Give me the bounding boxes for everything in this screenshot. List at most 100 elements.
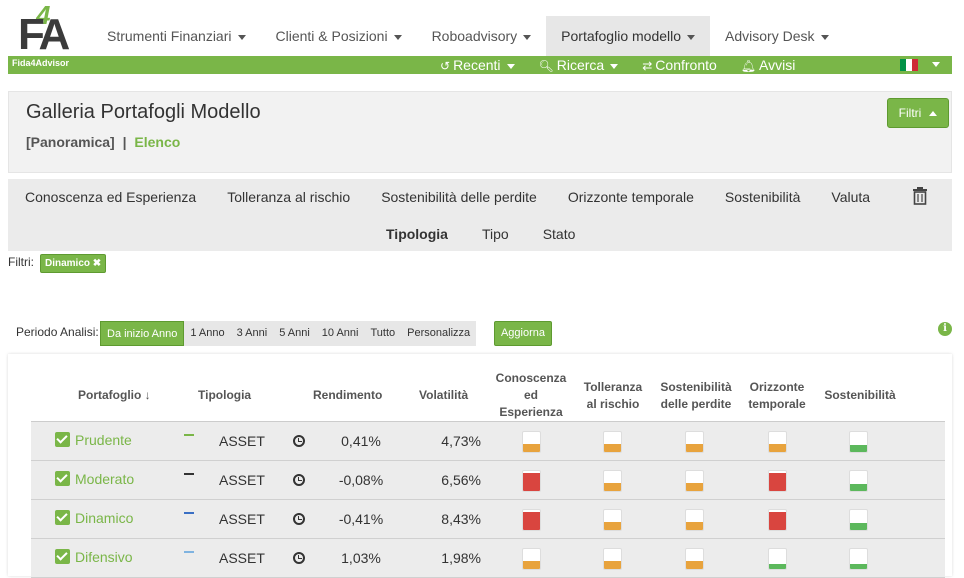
indicator-fill bbox=[769, 444, 786, 452]
filter-valuta[interactable]: Valuta bbox=[831, 189, 870, 205]
page-header: Galleria Portafogli Modello [Panoramica]… bbox=[8, 91, 952, 173]
clock-icon[interactable] bbox=[293, 552, 305, 564]
period-1-anno[interactable]: 1 Anno bbox=[184, 321, 230, 346]
col-header-conoscenza[interactable]: Conoscenza ed Esperienza bbox=[491, 370, 571, 421]
indicator-fill bbox=[686, 522, 703, 530]
filter-chip-dinamico[interactable]: Dinamico ✖ bbox=[40, 254, 107, 273]
nav-item-clienti[interactable]: Clienti & Posizioni bbox=[261, 16, 417, 56]
period-10-anni[interactable]: 10 Anni bbox=[316, 321, 365, 346]
nav-item-advisory-desk[interactable]: Advisory Desk bbox=[710, 16, 843, 56]
confronto-link[interactable]: ⇄ Confronto bbox=[642, 56, 717, 74]
suitability-level-indicator bbox=[685, 470, 704, 492]
portfolio-name-link[interactable]: Prudente bbox=[75, 432, 132, 448]
indicator-fill bbox=[850, 564, 867, 569]
col-header-sostenibilita-perdite[interactable]: Sostenibilità delle perdite bbox=[656, 379, 736, 413]
clock-icon[interactable] bbox=[293, 474, 305, 486]
col-header-tipologia[interactable]: Tipologia bbox=[198, 387, 251, 404]
row-checkbox[interactable] bbox=[55, 471, 70, 486]
col-header-orizzonte[interactable]: Orizzonte temporale bbox=[742, 379, 812, 413]
indicator-fill bbox=[604, 444, 621, 452]
col-header-tolleranza[interactable]: Tolleranza al rischio bbox=[578, 379, 648, 413]
trash-icon[interactable] bbox=[912, 187, 928, 205]
recenti-menu[interactable]: ↺ Recenti bbox=[440, 56, 515, 74]
period-tutto[interactable]: Tutto bbox=[364, 321, 401, 346]
rendimento-cell: -0,08% bbox=[338, 472, 384, 488]
filtri-button[interactable]: Filtri bbox=[887, 98, 949, 128]
indicator-fill bbox=[604, 483, 621, 491]
suitability-level-indicator bbox=[849, 431, 868, 453]
filter-panel: Conoscenza ed Esperienza Tolleranza al r… bbox=[8, 179, 952, 251]
row-checkbox[interactable] bbox=[55, 549, 70, 564]
view-panoramica[interactable]: [Panoramica] bbox=[26, 134, 115, 150]
suitability-level-indicator bbox=[522, 431, 541, 453]
volatilita-cell: 6,56% bbox=[441, 472, 481, 488]
period-da-inizio-anno[interactable]: Da inizio Anno bbox=[100, 321, 185, 346]
indicator-fill bbox=[523, 444, 540, 452]
filter-stato[interactable]: Stato bbox=[543, 226, 576, 242]
nav-item-portafoglio-modello[interactable]: Portafoglio modello bbox=[546, 16, 711, 56]
nav-item-roboadvisory[interactable]: Roboadvisory bbox=[417, 16, 547, 56]
info-icon[interactable]: i bbox=[938, 322, 952, 336]
filter-sostenibilita-perdite[interactable]: Sostenibilità delle perdite bbox=[381, 189, 537, 205]
indicator-fill bbox=[523, 473, 540, 491]
filter-orizzonte[interactable]: Orizzonte temporale bbox=[568, 189, 694, 205]
chevron-down-icon[interactable] bbox=[932, 62, 940, 67]
series-color-dash bbox=[184, 512, 194, 514]
suitability-level-indicator bbox=[768, 548, 787, 570]
logo[interactable]: 4 FA bbox=[16, 0, 82, 59]
chevron-down-icon bbox=[237, 34, 246, 40]
rendimento-cell: 1,03% bbox=[341, 550, 381, 566]
col-header-rendimento[interactable]: Rendimento bbox=[313, 387, 382, 404]
top-navbar: 4 FA Strumenti Finanziari Clienti & Posi… bbox=[0, 0, 964, 59]
period-5-anni[interactable]: 5 Anni bbox=[273, 321, 316, 346]
col-header-portafoglio[interactable]: Portafoglio ↓ bbox=[78, 387, 151, 404]
col-header-sostenibilita[interactable]: Sostenibilità bbox=[818, 387, 902, 404]
portfolio-name-link[interactable]: Dinamico bbox=[75, 510, 133, 526]
period-personalizza[interactable]: Personalizza bbox=[401, 321, 476, 346]
period-selector: Da inizio Anno 1 Anno 3 Anni 5 Anni 10 A… bbox=[100, 321, 477, 346]
portfolio-name-link[interactable]: Moderato bbox=[75, 471, 134, 487]
series-color-dash bbox=[184, 551, 194, 553]
col-header-volatilita[interactable]: Volatilità bbox=[419, 387, 468, 404]
table-row[interactable]: Moderato ASSET -0,08% 6,56% bbox=[31, 461, 945, 500]
chevron-down-icon bbox=[610, 63, 619, 69]
indicator-fill bbox=[686, 561, 703, 569]
nav-item-strumenti[interactable]: Strumenti Finanziari bbox=[92, 16, 261, 56]
indicator-fill bbox=[769, 564, 786, 569]
filter-tolleranza[interactable]: Tolleranza al rischio bbox=[227, 189, 350, 205]
suitability-level-indicator bbox=[849, 509, 868, 531]
indicator-fill bbox=[523, 561, 540, 569]
portfolio-table: Portafoglio ↓ Tipologia Rendimento Volat… bbox=[8, 354, 952, 578]
indicator-fill bbox=[686, 444, 703, 452]
logo-text: FA bbox=[18, 10, 70, 59]
filter-conoscenza[interactable]: Conoscenza ed Esperienza bbox=[25, 189, 196, 205]
portfolio-name-link[interactable]: Difensivo bbox=[75, 549, 133, 565]
ricerca-menu[interactable]: 🔍︎ Ricerca bbox=[539, 56, 619, 74]
rendimento-cell: -0,41% bbox=[338, 511, 384, 527]
avvisi-link[interactable]: 🔔︎ Avvisi bbox=[741, 56, 796, 74]
period-3-anni[interactable]: 3 Anni bbox=[231, 321, 274, 346]
italian-flag-icon[interactable] bbox=[900, 59, 918, 71]
aggiorna-button[interactable]: Aggiorna bbox=[494, 321, 552, 346]
indicator-fill bbox=[604, 561, 621, 569]
suitability-level-indicator bbox=[603, 470, 622, 492]
table-row[interactable]: Prudente ASSET 0,41% 4,73% bbox=[31, 422, 945, 461]
filter-sostenibilita[interactable]: Sostenibilità bbox=[725, 189, 801, 205]
view-elenco[interactable]: Elenco bbox=[134, 134, 180, 150]
clock-icon[interactable] bbox=[293, 435, 305, 447]
row-checkbox[interactable] bbox=[55, 510, 70, 525]
compare-arrows-icon: ⇄ bbox=[642, 59, 653, 73]
tipologia-cell: ASSET bbox=[219, 550, 265, 566]
filter-tipologia[interactable]: Tipologia bbox=[386, 226, 448, 242]
series-color-dash bbox=[184, 434, 194, 436]
clock-icon[interactable] bbox=[293, 513, 305, 525]
table-row[interactable]: Difensivo ASSET 1,03% 1,98% bbox=[31, 539, 945, 578]
suitability-level-indicator bbox=[849, 470, 868, 492]
chevron-down-icon bbox=[687, 34, 696, 40]
row-checkbox[interactable] bbox=[55, 432, 70, 447]
active-filters-label: Filtri: bbox=[8, 255, 34, 269]
chevron-down-icon bbox=[393, 34, 402, 40]
sub-navbar: Fida4Advisor ↺ Recenti 🔍︎ Ricerca ⇄ Confron… bbox=[8, 56, 952, 74]
filter-tipo[interactable]: Tipo bbox=[482, 226, 509, 242]
table-row[interactable]: Dinamico ASSET -0,41% 8,43% bbox=[31, 500, 945, 539]
